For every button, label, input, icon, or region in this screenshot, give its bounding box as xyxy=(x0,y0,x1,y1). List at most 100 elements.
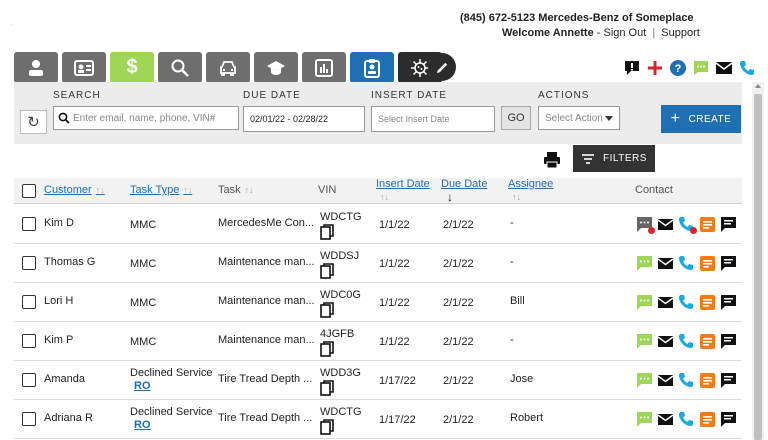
message-icon[interactable] xyxy=(720,411,737,428)
chat-button[interactable] xyxy=(691,58,711,78)
note-icon[interactable] xyxy=(699,294,716,311)
help-button[interactable]: ? xyxy=(668,58,688,78)
scroll-thumb[interactable] xyxy=(754,94,762,440)
filters-button[interactable]: FILTERS xyxy=(573,145,655,172)
mail-icon[interactable] xyxy=(657,372,674,389)
ro-link[interactable]: RO xyxy=(130,419,213,432)
message-icon[interactable] xyxy=(720,216,737,233)
phone-icon[interactable] xyxy=(678,255,695,272)
mail-icon[interactable] xyxy=(657,255,674,272)
row-checkbox[interactable] xyxy=(22,334,36,348)
tab-reports[interactable] xyxy=(302,52,346,83)
action-select[interactable]: Select Action xyxy=(538,106,620,130)
table-row[interactable]: Kim D MMC MercedesMe Con... WDCTG 1/1/22 2/1/… xyxy=(14,205,742,244)
message-icon[interactable] xyxy=(720,255,737,272)
customer-name[interactable]: Lori H xyxy=(44,295,73,307)
ro-link[interactable]: RO xyxy=(130,380,213,393)
copy-icon[interactable] xyxy=(320,341,354,357)
print-icon[interactable] xyxy=(543,151,561,169)
note-icon[interactable] xyxy=(699,333,716,350)
row-checkbox[interactable] xyxy=(22,217,36,231)
search-input[interactable]: Enter email, name, phone, VIN# xyxy=(53,106,239,130)
copy-icon[interactable] xyxy=(320,224,362,240)
task-description[interactable]: MercedesMe Con... xyxy=(218,217,314,229)
chat-icon[interactable] xyxy=(636,372,653,389)
customer-name[interactable]: Adriana R xyxy=(44,412,93,424)
sign-out-link[interactable]: Sign Out xyxy=(603,27,646,39)
chat-icon[interactable] xyxy=(636,411,653,428)
row-checkbox[interactable] xyxy=(22,256,36,270)
chat-icon[interactable] xyxy=(636,255,653,272)
go-button[interactable]: GO xyxy=(501,106,531,130)
support-link[interactable]: Support xyxy=(661,27,700,39)
chat-icon[interactable] xyxy=(636,294,653,311)
table-row[interactable]: Adriana R Declined Service RO Tire Tread De… xyxy=(14,400,742,439)
copy-icon[interactable] xyxy=(320,419,362,435)
column-customer[interactable]: Customer ↑↓ xyxy=(44,184,105,196)
task-description[interactable]: Maintenance man... xyxy=(218,334,315,346)
table-row[interactable]: Amanda Declined Service RO Tire Tread Depth… xyxy=(14,361,742,400)
task-description[interactable]: Tire Tread Depth ... xyxy=(218,412,312,424)
row-checkbox[interactable] xyxy=(22,295,36,309)
column-assignee[interactable]: Assignee ↑↓ xyxy=(508,178,553,204)
row-checkbox[interactable] xyxy=(22,373,36,387)
phone-icon[interactable] xyxy=(678,216,697,234)
message-icon[interactable] xyxy=(720,333,737,350)
scroll-up-icon[interactable] xyxy=(755,84,761,88)
note-icon[interactable] xyxy=(699,255,716,272)
message-icon[interactable] xyxy=(720,372,737,389)
mail-icon[interactable] xyxy=(657,333,674,350)
tab-vehicles[interactable] xyxy=(206,52,250,83)
due-date-input[interactable]: 02/01/22 - 02/28/22 xyxy=(243,106,365,132)
customer-name[interactable]: Kim P xyxy=(44,334,73,346)
refresh-button[interactable]: ↻ xyxy=(20,110,47,134)
column-task-type[interactable]: Task Type ↑↓ xyxy=(130,184,192,196)
note-icon[interactable] xyxy=(699,216,716,233)
edit-button[interactable] xyxy=(428,53,456,81)
tab-sales[interactable]: $ xyxy=(110,52,154,83)
copy-icon[interactable] xyxy=(320,263,359,279)
row-checkbox[interactable] xyxy=(22,412,36,426)
customer-name[interactable]: Kim D xyxy=(44,217,74,229)
vin-value: WDD3G xyxy=(320,367,361,379)
add-button[interactable] xyxy=(645,58,665,78)
phone-icon[interactable] xyxy=(678,372,695,389)
phone-icon[interactable] xyxy=(678,294,695,311)
mail-icon[interactable] xyxy=(657,411,674,428)
task-description[interactable]: Tire Tread Depth ... xyxy=(218,373,312,385)
customer-name[interactable]: Amanda xyxy=(44,373,85,385)
column-task[interactable]: Task ↑↓ xyxy=(218,184,254,196)
column-due-date[interactable]: Due Date ↓ xyxy=(441,178,487,205)
alert-button[interactable] xyxy=(622,58,642,78)
tab-training[interactable] xyxy=(254,52,298,83)
chat-icon[interactable] xyxy=(636,333,653,350)
table-row[interactable]: Lori H MMC Maintenance man... WDC0G 1/1/22 2/… xyxy=(14,283,742,322)
scrollbar[interactable] xyxy=(752,82,764,440)
copy-icon[interactable] xyxy=(320,380,361,396)
phone-icon[interactable] xyxy=(678,411,695,428)
insert-date-input[interactable]: Select Insert Date xyxy=(371,106,495,132)
tab-search[interactable] xyxy=(158,52,202,83)
copy-icon[interactable] xyxy=(320,302,361,318)
message-icon[interactable] xyxy=(720,294,737,311)
select-all-checkbox[interactable] xyxy=(22,184,36,198)
note-icon[interactable] xyxy=(699,411,716,428)
chat-icon[interactable] xyxy=(636,216,655,234)
tab-tasks[interactable] xyxy=(350,52,394,83)
mail-icon[interactable] xyxy=(657,216,674,233)
column-insert-date[interactable]: Insert Date ↑↓ xyxy=(376,178,430,204)
note-icon[interactable] xyxy=(699,372,716,389)
table-row[interactable]: Thomas G MMC Maintenance man... WDDSJ 1/1/22… xyxy=(14,244,742,283)
mail-icon[interactable] xyxy=(657,294,674,311)
table-row[interactable]: Kim P MMC Maintenance man... 4JGFB 1/1/22 2/1… xyxy=(14,322,742,361)
create-button[interactable]: + CREATE xyxy=(661,105,741,133)
tab-customers[interactable] xyxy=(14,52,58,83)
mail-button[interactable] xyxy=(714,58,734,78)
task-description[interactable]: Maintenance man... xyxy=(218,295,315,307)
phone-button[interactable] xyxy=(737,58,757,78)
due-date: 2/1/22 xyxy=(443,219,474,231)
tab-contacts[interactable] xyxy=(62,52,106,83)
task-description[interactable]: Maintenance man... xyxy=(218,256,315,268)
customer-name[interactable]: Thomas G xyxy=(44,256,95,268)
phone-icon[interactable] xyxy=(678,333,695,350)
